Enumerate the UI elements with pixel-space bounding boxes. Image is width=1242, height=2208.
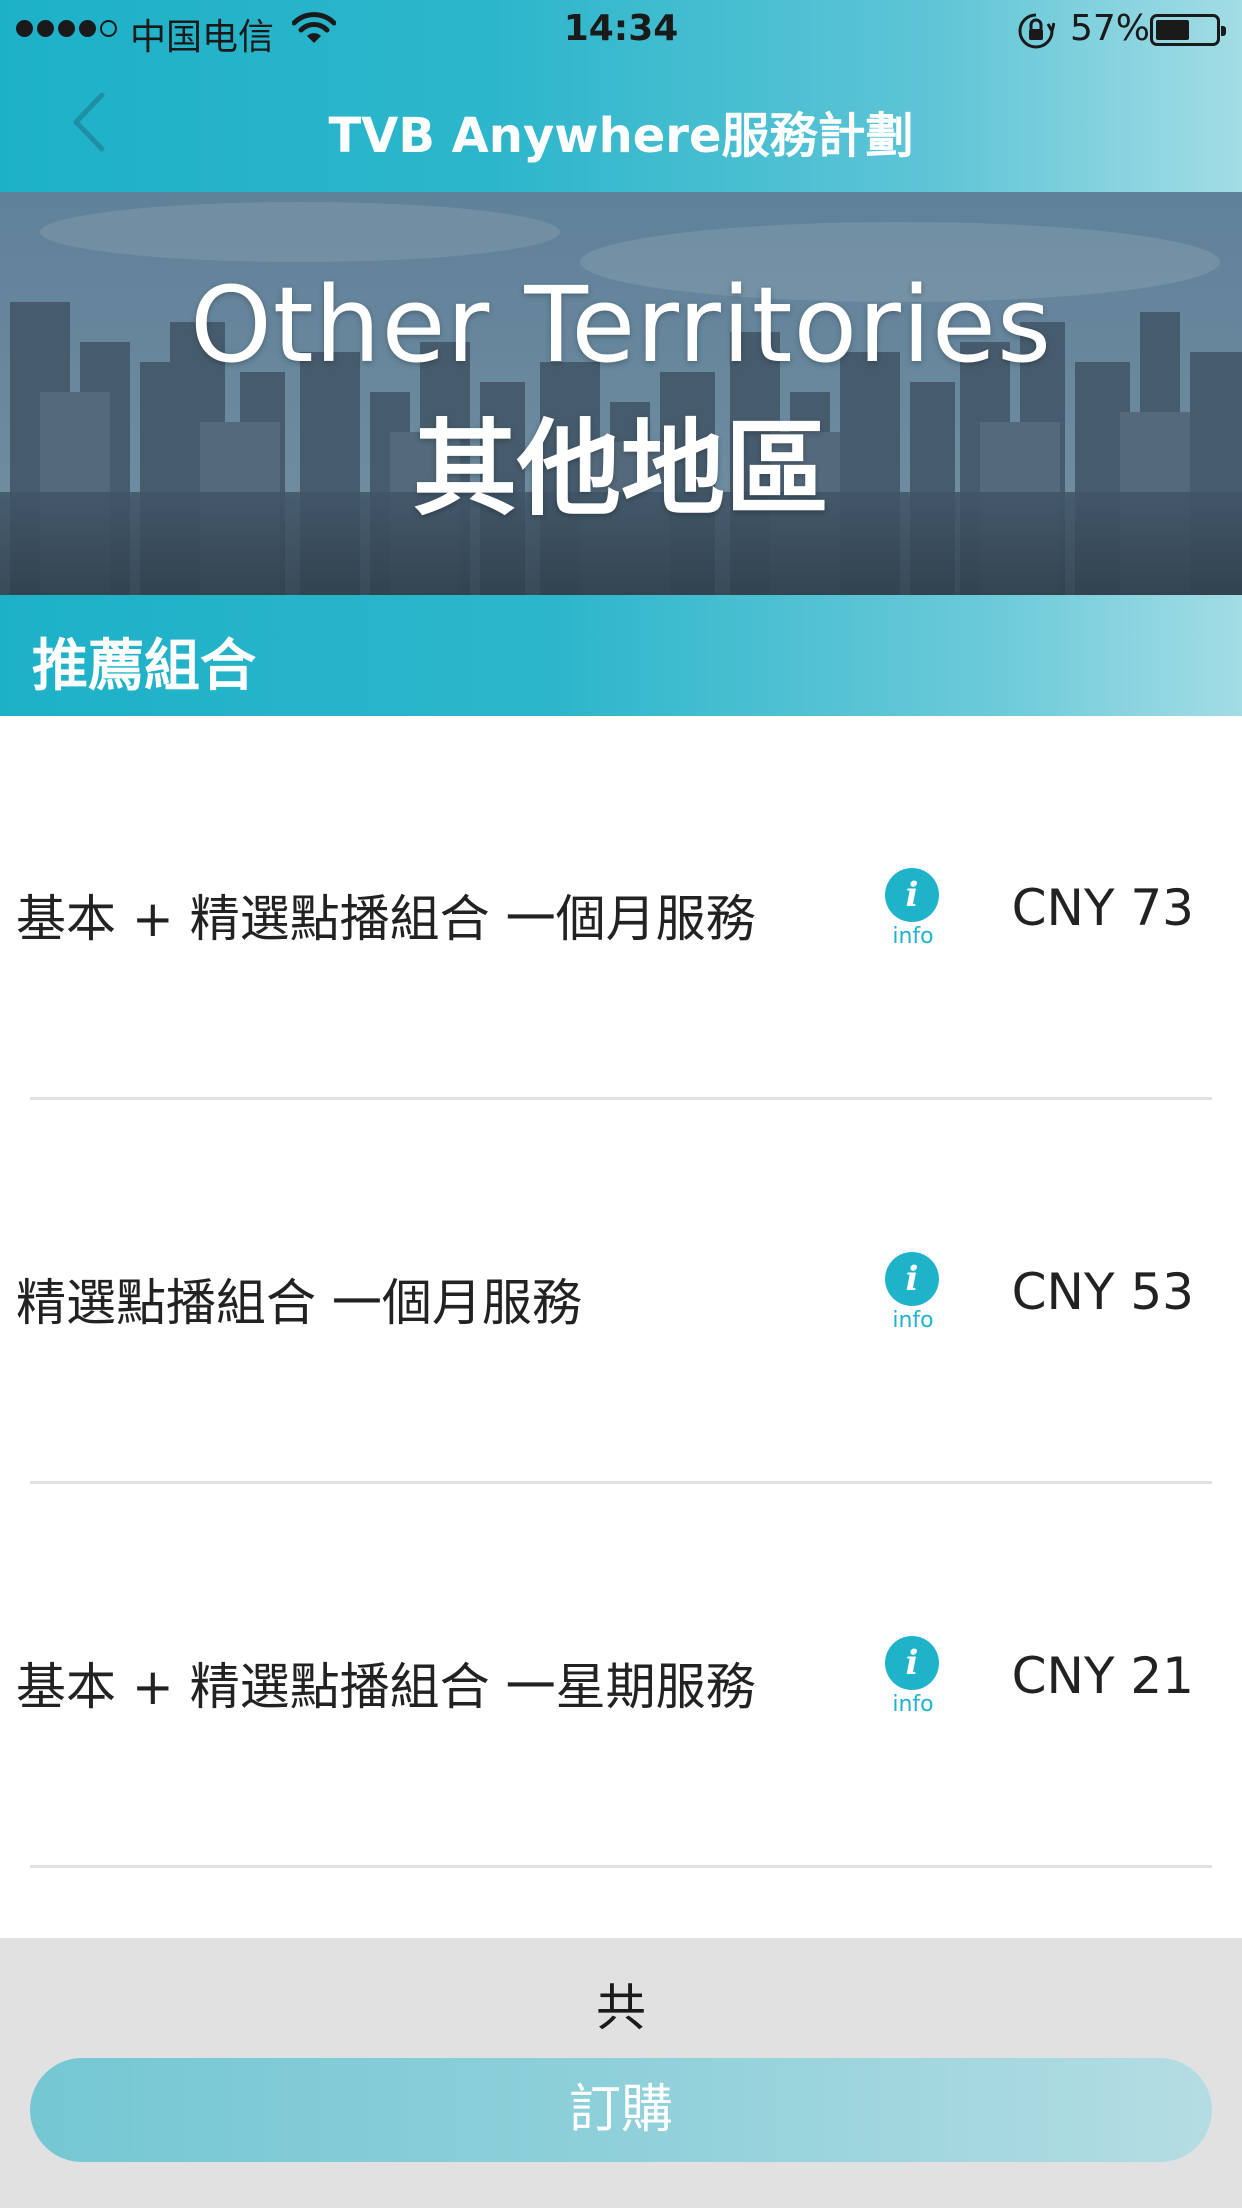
section-title: 推薦組合 xyxy=(32,634,256,699)
info-button[interactable]: i info xyxy=(885,868,941,949)
info-icon: i xyxy=(885,1252,939,1306)
banner-title-chinese: 其他地區 xyxy=(412,408,829,530)
info-button[interactable]: i info xyxy=(885,1636,941,1717)
battery-fill xyxy=(1156,20,1189,40)
package-name: 精選點播組合 一個月服務 xyxy=(16,1274,582,1332)
package-price: CNY 21 xyxy=(1011,1647,1194,1705)
info-icon: i xyxy=(885,1636,939,1690)
total-label: 共 xyxy=(596,1979,646,2037)
package-name: 基本 + 精選點播組合 一星期服務 xyxy=(16,1658,756,1716)
navigation-bar: TVB Anywhere服務計劃 xyxy=(0,62,1242,192)
battery-percent: 57% xyxy=(1070,8,1151,49)
package-row[interactable]: 基本 + 精選點播組合 一個月服務 i info CNY 73 xyxy=(0,716,1242,1100)
info-label: info xyxy=(892,1308,934,1333)
battery-icon xyxy=(1150,14,1226,46)
status-bar: 中国电信 14:34 57% xyxy=(0,0,1242,62)
page-title: TVB Anywhere服務計劃 xyxy=(328,108,914,164)
region-banner: Other Territories 其他地區 xyxy=(0,192,1242,595)
info-label: info xyxy=(892,924,934,949)
section-header: 推薦組合 xyxy=(0,595,1242,716)
order-footer: 共 訂購 xyxy=(0,1938,1242,2208)
package-list: 基本 + 精選點播組合 一個月服務 i info CNY 73 精選點播組合 一… xyxy=(0,716,1242,1868)
header: 中国电信 14:34 57% TVB Anywhere服務計劃 xyxy=(0,0,1242,192)
package-name: 基本 + 精選點播組合 一個月服務 xyxy=(16,890,756,948)
info-label: info xyxy=(892,1692,934,1717)
clock: 14:34 xyxy=(563,8,679,49)
package-row[interactable]: 基本 + 精選點播組合 一星期服務 i info CNY 21 xyxy=(0,1484,1242,1868)
row-divider xyxy=(30,1865,1212,1868)
app-root: 中国电信 14:34 57% TVB Anywhere服務計劃 Other Te… xyxy=(0,0,1242,2208)
package-price: CNY 73 xyxy=(1011,879,1194,937)
orientation-lock-icon xyxy=(1017,12,1056,59)
banner-title-english: Other Territories xyxy=(190,264,1052,386)
info-button[interactable]: i info xyxy=(885,1252,941,1333)
info-icon: i xyxy=(885,868,939,922)
package-price: CNY 53 xyxy=(1011,1263,1194,1321)
order-button[interactable]: 訂購 xyxy=(30,2058,1212,2162)
package-row[interactable]: 精選點播組合 一個月服務 i info CNY 53 xyxy=(0,1100,1242,1484)
